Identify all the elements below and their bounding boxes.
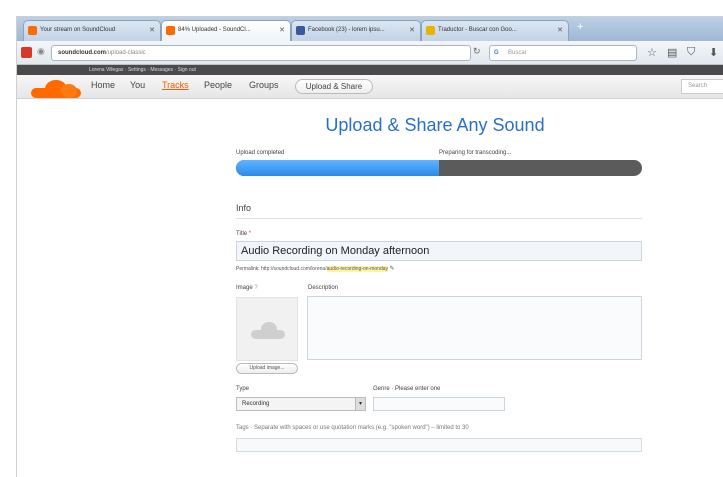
tab-label: 84% Uploaded - SoundCl... xyxy=(178,27,251,33)
type-label: Type xyxy=(236,386,250,392)
tab-label: Facebook (23) - lorem ipsu... xyxy=(308,27,385,33)
soundcloud-search-input[interactable]: Search xyxy=(681,79,723,94)
tags-label: Tags · Separate with spaces or use quota… xyxy=(236,425,469,431)
browser-search-input[interactable]: G Buscar xyxy=(489,45,637,61)
site-identity-icon[interactable]: ◉ xyxy=(37,46,45,57)
tab-label: Your stream on SoundCloud xyxy=(40,27,116,33)
soundcloud-logo[interactable] xyxy=(31,80,81,98)
browser-search-placeholder: Buscar xyxy=(508,50,527,56)
permalink-prefix: Permalink: http://soundcloud.com/lorena/ xyxy=(236,266,327,272)
bookmarks-menu-icon[interactable]: ▤ xyxy=(667,46,677,59)
download-icon[interactable]: ⬇ xyxy=(709,46,718,59)
nav-home[interactable]: Home xyxy=(91,80,115,90)
description-textarea[interactable] xyxy=(307,296,642,360)
close-tab-icon[interactable]: ✕ xyxy=(409,21,415,40)
divider xyxy=(236,218,642,219)
help-icon[interactable]: ? xyxy=(254,285,257,291)
url-path: /upload-classic xyxy=(106,50,146,56)
tab-label: Traductor - Buscar con Goo... xyxy=(438,27,517,33)
image-label: Image ? xyxy=(236,285,258,291)
tags-input[interactable] xyxy=(236,438,642,452)
nav-people[interactable]: People xyxy=(204,80,232,90)
genre-input[interactable] xyxy=(373,397,505,411)
site-favicon-icon xyxy=(21,47,32,58)
tab-translator[interactable]: Traductor - Buscar con Goo... ✕ xyxy=(421,20,569,41)
genre-label: Genre · Please enter one xyxy=(373,386,441,392)
nav-you[interactable]: You xyxy=(130,80,145,90)
bookmark-star-icon[interactable]: ☆ xyxy=(647,46,657,59)
google-favicon-icon xyxy=(426,26,435,35)
title-label-text: Title xyxy=(236,231,248,237)
tab-upload[interactable]: 84% Uploaded - SoundCl... ✕ xyxy=(161,20,291,41)
navigation-bar: ◉ soundcloud.com/upload-classic ↻ G Busc… xyxy=(17,41,723,65)
facebook-favicon-icon xyxy=(296,26,305,35)
reload-icon[interactable]: ↻ xyxy=(473,46,481,57)
type-select-value: Recording xyxy=(242,401,270,407)
required-mark: * xyxy=(248,231,252,237)
nav-groups[interactable]: Groups xyxy=(249,80,279,90)
url-host: soundcloud.com xyxy=(58,50,106,56)
upload-status-label: Upload completed xyxy=(236,150,285,156)
google-search-icon: G xyxy=(494,50,499,56)
tab-stream[interactable]: Your stream on SoundCloud ✕ xyxy=(23,20,161,41)
page-title: Upload & Share Any Sound xyxy=(325,115,545,135)
description-label: Description xyxy=(308,285,339,291)
close-tab-icon[interactable]: ✕ xyxy=(279,21,285,40)
soundcloud-favicon-icon xyxy=(166,26,175,35)
user-bar[interactable]: Lorena Villegas · Settings · Messages · … xyxy=(17,65,723,75)
permalink: Permalink: http://soundcloud.com/lorena/… xyxy=(236,265,394,272)
upload-image-button[interactable]: Upload image... xyxy=(236,363,298,374)
type-select[interactable]: Recording ▾ xyxy=(236,397,366,411)
transcoding-status-label: Preparing for transcoding... xyxy=(439,150,512,156)
address-bar[interactable]: soundcloud.com/upload-classic xyxy=(51,45,471,61)
close-tab-icon[interactable]: ✕ xyxy=(149,21,155,40)
nav-tracks[interactable]: Tracks xyxy=(162,80,189,90)
tab-bar: Your stream on SoundCloud ✕ 84% Uploaded… xyxy=(17,17,723,41)
title-input[interactable]: Audio Recording on Monday afternoon xyxy=(236,241,642,261)
tab-facebook[interactable]: Facebook (23) - lorem ipsu... ✕ xyxy=(291,20,421,41)
soundcloud-favicon-icon xyxy=(28,26,37,35)
new-tab-button[interactable]: + xyxy=(577,21,583,33)
artwork-placeholder xyxy=(236,297,298,361)
soundcloud-header: Home You Tracks People Groups Upload & S… xyxy=(17,75,723,99)
edit-pencil-icon[interactable]: ✎ xyxy=(389,266,394,272)
upload-progress-bar xyxy=(236,160,642,176)
image-label-text: Image xyxy=(236,285,253,291)
cloud-icon xyxy=(251,322,285,339)
chevron-down-icon: ▾ xyxy=(355,398,365,410)
permalink-slug[interactable]: audio-recording-on-monday xyxy=(326,266,389,272)
upload-progress-fill xyxy=(236,160,439,176)
title-label: Title * xyxy=(236,231,251,237)
info-heading: Info xyxy=(236,203,252,213)
pocket-icon[interactable]: ⛉ xyxy=(687,46,695,59)
close-tab-icon[interactable]: ✕ xyxy=(557,21,563,40)
upload-share-button[interactable]: Upload & Share xyxy=(295,79,373,94)
browser-window: Your stream on SoundCloud ✕ 84% Uploaded… xyxy=(16,16,723,477)
